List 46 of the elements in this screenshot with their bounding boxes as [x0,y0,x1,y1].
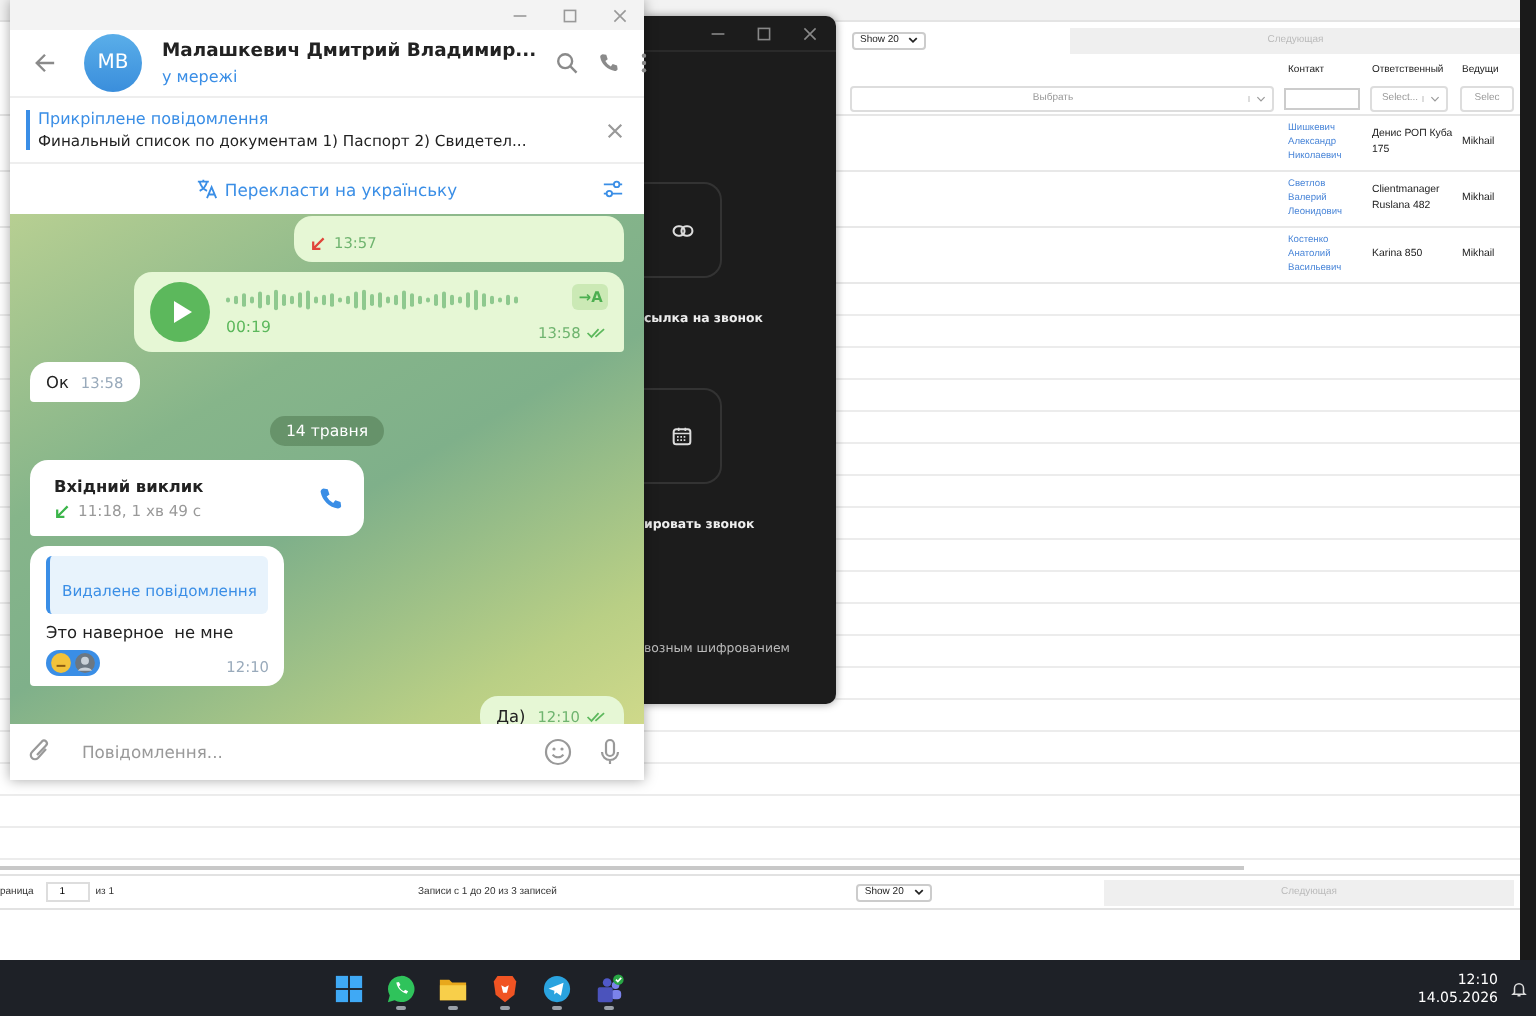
maximize-icon[interactable] [562,7,578,23]
sliders-icon[interactable] [602,178,624,200]
message-text: Это наверное не мне [46,622,234,642]
people-icon[interactable] [594,973,624,1003]
search-icon[interactable] [556,52,579,74]
avatar-icon [74,652,96,674]
call-title: Вхідний виклик [54,476,204,496]
running-indicator [500,1006,510,1010]
grid-icon[interactable] [334,973,364,1003]
smiley-icon[interactable] [544,738,572,766]
contact-name[interactable]: Малашкевич Дмитрий Владимир... [162,40,537,62]
back-arrow-icon[interactable] [34,52,56,74]
translate-icon[interactable] [196,178,219,200]
calendar-icon [672,426,692,446]
message-text: Да) [496,706,526,724]
phone-icon[interactable] [598,52,621,74]
close-icon[interactable] [606,121,624,139]
caret-icon [908,36,919,44]
message-text: Ок [46,372,69,392]
link-icon [671,223,693,237]
play-button-icon[interactable] [150,282,210,342]
smiley-icon [50,652,72,674]
caret-icon [1248,95,1266,101]
scrollbar[interactable] [1520,0,1536,960]
paperclip-icon[interactable] [26,738,54,766]
pinned-label: Прикріплене повідомлення [38,110,271,128]
caret-icon [913,888,924,896]
chat-bubble-icon[interactable] [386,973,416,1003]
close-icon[interactable] [802,25,818,41]
paper-plane-icon[interactable] [542,973,572,1003]
running-indicator [552,1006,562,1010]
scrollbar[interactable] [0,866,1244,870]
running-indicator [396,1006,406,1010]
more-icon[interactable] [640,52,649,74]
filter-input[interactable] [1284,87,1360,109]
phone-icon[interactable] [318,485,344,511]
running-indicator [448,1006,458,1010]
reaction-chip[interactable] [46,650,100,676]
bell-icon[interactable] [1510,979,1528,997]
maximize-icon[interactable] [756,25,772,41]
running-indicator [604,1006,614,1010]
microphone-icon[interactable] [596,738,624,766]
shield-icon[interactable] [490,973,520,1003]
caret-icon [1422,95,1440,101]
online-status: у мережі [162,68,240,86]
close-icon[interactable] [612,7,628,23]
